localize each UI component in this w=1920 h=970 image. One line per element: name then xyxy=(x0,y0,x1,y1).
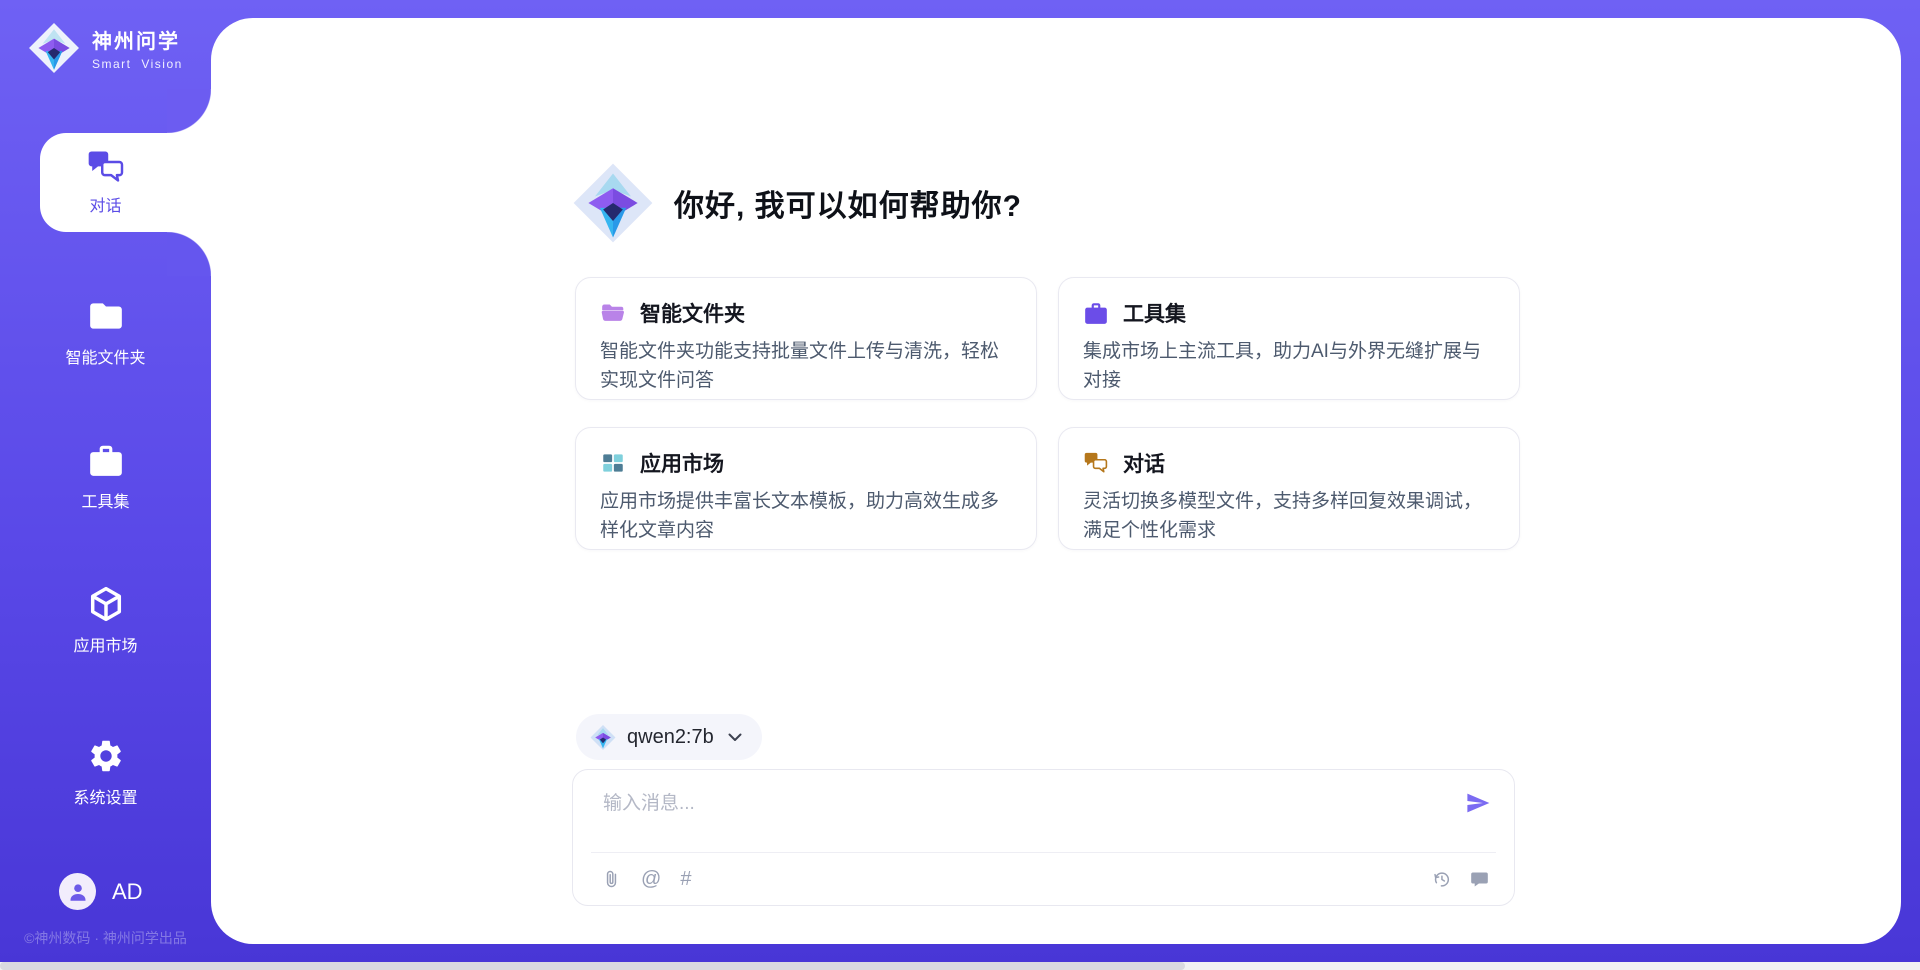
feature-cards: 智能文件夹 智能文件夹功能支持批量文件上传与清洗，轻松实现文件问答 工具集 集成… xyxy=(575,277,1520,550)
scrollbar-thumb[interactable] xyxy=(0,962,1185,970)
card-smart-folders[interactable]: 智能文件夹 智能文件夹功能支持批量文件上传与清洗，轻松实现文件问答 xyxy=(575,277,1037,400)
horizontal-scrollbar[interactable] xyxy=(0,962,1920,970)
card-app-market[interactable]: 应用市场 应用市场提供丰富长文本模板，助力高效生成多样化文章内容 xyxy=(575,427,1037,550)
app-grid-icon xyxy=(600,450,626,476)
send-button[interactable] xyxy=(1464,790,1492,818)
brand-logo-icon xyxy=(28,22,80,74)
greeting-text: 你好, 我可以如何帮助你? xyxy=(674,181,1022,225)
card-title: 应用市场 xyxy=(640,448,724,478)
card-chat[interactable]: 对话 灵活切换多模型文件，支持多样回复效果调试，满足个性化需求 xyxy=(1058,427,1520,550)
model-logo-icon xyxy=(590,724,616,751)
sidebar-item-smart-folders[interactable]: 智能文件夹 xyxy=(0,297,211,368)
card-description: 集成市场上主流工具，助力AI与外界无缝扩展与对接 xyxy=(1083,338,1499,395)
card-toolset[interactable]: 工具集 集成市场上主流工具，助力AI与外界无缝扩展与对接 xyxy=(1058,277,1520,400)
brand-name-en: Smart Vision xyxy=(92,57,183,71)
sidebar: 神州问学 Smart Vision 对话 智能文件夹 工具集 xyxy=(0,0,211,970)
brand-name-cn: 神州问学 xyxy=(92,25,183,54)
message-composer: @ # xyxy=(572,769,1515,906)
composer-tools-left: @ # xyxy=(601,869,691,890)
user-name: AD xyxy=(112,879,143,905)
sidebar-item-chat[interactable]: 对话 xyxy=(40,133,211,232)
model-selector[interactable]: qwen2:7b xyxy=(576,714,762,760)
card-title: 智能文件夹 xyxy=(640,298,745,328)
sidebar-item-label: 应用市场 xyxy=(73,632,137,656)
folder-open-icon xyxy=(600,300,626,326)
message-input[interactable] xyxy=(601,786,1425,842)
sidebar-item-label: 系统设置 xyxy=(73,784,137,808)
hash-icon[interactable]: # xyxy=(680,869,691,890)
sidebar-item-label: 智能文件夹 xyxy=(65,344,145,368)
brand[interactable]: 神州问学 Smart Vision xyxy=(28,22,183,74)
greeting-logo-icon xyxy=(572,160,654,246)
model-name: qwen2:7b xyxy=(627,726,714,749)
card-header: 对话 xyxy=(1083,448,1499,478)
card-header: 工具集 xyxy=(1083,298,1499,328)
card-title: 对话 xyxy=(1123,448,1165,478)
user-account[interactable]: AD xyxy=(59,873,143,910)
card-description: 智能文件夹功能支持批量文件上传与清洗，轻松实现文件问答 xyxy=(600,338,1016,395)
greeting: 你好, 我可以如何帮助你? xyxy=(572,160,1022,246)
chat-icon xyxy=(1083,450,1109,476)
cube-icon xyxy=(87,585,125,623)
toolbox-icon xyxy=(1083,300,1109,326)
paperclip-icon[interactable] xyxy=(601,869,622,890)
chat-square-icon[interactable] xyxy=(1469,869,1490,890)
card-description: 灵活切换多模型文件，支持多样回复效果调试，满足个性化需求 xyxy=(1083,488,1499,545)
sidebar-item-settings[interactable]: 系统设置 xyxy=(0,737,211,808)
sidebar-item-label: 工具集 xyxy=(81,488,129,512)
folder-icon xyxy=(87,297,125,335)
send-icon xyxy=(1465,790,1491,816)
gear-icon xyxy=(87,737,125,775)
composer-tools-right xyxy=(1431,869,1490,890)
card-header: 智能文件夹 xyxy=(600,298,1016,328)
at-icon[interactable]: @ xyxy=(641,869,661,890)
copyright-footer: ©神州数码 · 神州问学出品 xyxy=(0,928,211,948)
person-icon xyxy=(66,880,90,904)
sidebar-item-toolset[interactable]: 工具集 xyxy=(0,441,211,512)
card-header: 应用市场 xyxy=(600,448,1016,478)
composer-divider xyxy=(591,852,1496,853)
sidebar-item-app-market[interactable]: 应用市场 xyxy=(0,585,211,656)
sidebar-item-label: 对话 xyxy=(89,192,121,216)
avatar xyxy=(59,873,96,910)
card-description: 应用市场提供丰富长文本模板，助力高效生成多样化文章内容 xyxy=(600,488,1016,545)
app-page: 神州问学 Smart Vision 对话 智能文件夹 工具集 xyxy=(0,0,1920,970)
history-icon[interactable] xyxy=(1431,869,1452,890)
chevron-down-icon xyxy=(728,733,742,742)
brand-text: 神州问学 Smart Vision xyxy=(92,25,183,71)
card-title: 工具集 xyxy=(1123,298,1186,328)
chat-bubbles-icon xyxy=(86,149,126,185)
toolbox-icon xyxy=(87,441,125,479)
